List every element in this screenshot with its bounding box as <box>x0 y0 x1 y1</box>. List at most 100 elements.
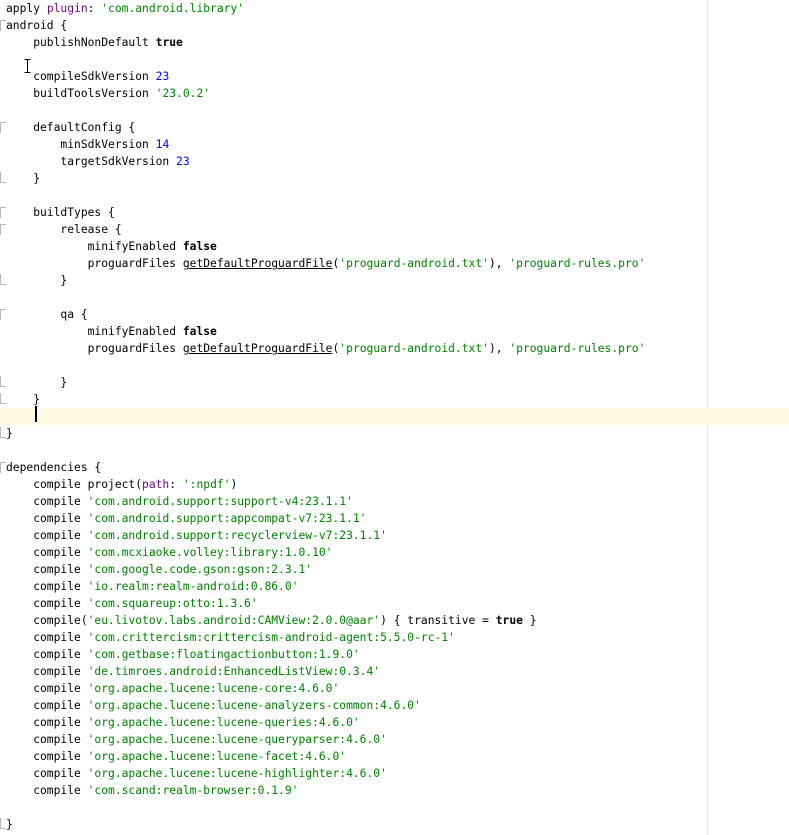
code-token: : <box>87 2 102 15</box>
code-line-text: } <box>6 170 40 187</box>
code-token: compile <box>6 546 88 559</box>
code-editor[interactable]: apply plugin: 'com.android.library' andro… <box>0 0 789 835</box>
code-line[interactable] <box>0 799 789 816</box>
code-token: false <box>182 240 217 253</box>
code-line[interactable]: buildTypes { <box>0 204 789 221</box>
code-line[interactable]: compile 'org.apache.lucene:lucene-analyz… <box>0 697 789 714</box>
code-token: ':npdf' <box>182 478 231 491</box>
code-line-text: compile 'org.apache.lucene:lucene-core:4… <box>6 680 339 697</box>
code-token: ) { transitive = <box>380 614 496 627</box>
code-line[interactable]: compile 'org.apache.lucene:lucene-core:4… <box>0 680 789 697</box>
code-line[interactable]: } <box>0 374 789 391</box>
code-token: plugin <box>46 2 88 15</box>
code-token: ), <box>488 257 510 270</box>
code-line[interactable]: } <box>0 272 789 289</box>
code-line[interactable]: compile 'com.crittercism:crittercism-and… <box>0 629 789 646</box>
code-line[interactable]: compile 'org.apache.lucene:lucene-highli… <box>0 765 789 782</box>
code-line[interactable] <box>0 442 789 459</box>
code-token: 'eu.livotov.labs.android:CAMView:2.0.0@a… <box>87 614 381 627</box>
code-line[interactable] <box>0 187 789 204</box>
code-line-text: compile 'com.android.support:support-v4:… <box>6 493 353 510</box>
code-line-text: dependencies { <box>6 459 101 476</box>
code-line[interactable]: compile 'com.mcxiaoke.volley:library:1.0… <box>0 544 789 561</box>
code-line[interactable]: proguardFiles getDefaultProguardFile('pr… <box>0 255 789 272</box>
code-line[interactable]: compile 'com.android.support:support-v4:… <box>0 493 789 510</box>
code-line[interactable]: compile project(path: ':npdf') <box>0 476 789 493</box>
code-token: 'org.apache.lucene:lucene-analyzers-comm… <box>87 699 421 712</box>
code-line[interactable]: compile 'com.getbase:floatingactionbutto… <box>0 646 789 663</box>
code-line[interactable]: compile 'org.apache.lucene:lucene-querie… <box>0 714 789 731</box>
code-line-text: apply plugin: 'com.android.library' <box>6 0 244 17</box>
code-line[interactable] <box>0 51 789 68</box>
code-line[interactable]: compile('eu.livotov.labs.android:CAMView… <box>0 612 789 629</box>
code-line-text: proguardFiles getDefaultProguardFile('pr… <box>6 255 646 272</box>
code-token: 'org.apache.lucene:lucene-highlighter:4.… <box>87 767 387 780</box>
code-line-text: compile 'com.mcxiaoke.volley:library:1.0… <box>6 544 332 561</box>
code-token: } <box>6 376 68 389</box>
code-line[interactable]: proguardFiles getDefaultProguardFile('pr… <box>0 340 789 357</box>
code-token: ) <box>230 478 238 491</box>
code-line[interactable]: } <box>0 170 789 187</box>
code-line[interactable] <box>0 357 789 374</box>
code-token: 'proguard-android.txt' <box>339 342 489 355</box>
code-line[interactable]: defaultConfig { <box>0 119 789 136</box>
code-line[interactable]: compile 'com.squareup:otto:1.3.6' <box>0 595 789 612</box>
code-line[interactable]: minifyEnabled false <box>0 238 789 255</box>
code-token: getDefaultProguardFile <box>182 342 333 355</box>
code-token: 'proguard-android.txt' <box>339 257 489 270</box>
code-token: 23 <box>176 155 190 168</box>
code-line[interactable]: buildToolsVersion '23.0.2' <box>0 85 789 102</box>
code-line[interactable]: compile 'com.android.support:appcompat-v… <box>0 510 789 527</box>
code-token: compile <box>6 512 88 525</box>
code-token: 'com.getbase:floatingactionbutton:1.9.0' <box>87 648 360 661</box>
code-line[interactable]: compile 'de.timroes.android:EnhancedList… <box>0 663 789 680</box>
code-line[interactable]: compileSdkVersion 23 <box>0 68 789 85</box>
code-line[interactable]: } <box>0 391 789 408</box>
current-code-line[interactable] <box>0 408 789 425</box>
code-token: 'com.scand:realm-browser:0.1.9' <box>87 784 299 797</box>
code-line[interactable]: } <box>0 816 789 833</box>
code-line-text: android { <box>6 17 67 34</box>
code-line[interactable]: compile 'com.google.code.gson:gson:2.3.1… <box>0 561 789 578</box>
code-token: defaultConfig { <box>6 121 136 134</box>
code-line-text: buildToolsVersion '23.0.2' <box>6 85 210 102</box>
code-line-text: compile 'com.google.code.gson:gson:2.3.1… <box>6 561 312 578</box>
code-line[interactable]: android { <box>0 17 789 34</box>
code-line-text: minifyEnabled false <box>6 238 217 255</box>
code-line[interactable]: } <box>0 425 789 442</box>
code-line[interactable]: release { <box>0 221 789 238</box>
code-token: getDefaultProguardFile <box>182 257 333 270</box>
code-line[interactable] <box>0 289 789 306</box>
code-line[interactable]: compile 'com.android.support:recyclervie… <box>0 527 789 544</box>
code-token: 23 <box>155 70 170 83</box>
code-line-text: defaultConfig { <box>6 119 135 136</box>
code-token: 'com.google.code.gson:gson:2.3.1' <box>87 563 313 576</box>
code-token: 'com.android.support:recyclerview-v7:23.… <box>87 529 387 542</box>
code-token: 'org.apache.lucene:lucene-queries:4.6.0' <box>87 716 360 729</box>
code-line[interactable]: compile 'io.realm:realm-android:0.86.0' <box>0 578 789 595</box>
code-line[interactable]: targetSdkVersion 23 <box>0 153 789 170</box>
code-token: compile <box>6 682 88 695</box>
code-token: 'com.squareup:otto:1.3.6' <box>87 597 258 610</box>
code-token: compile <box>6 529 88 542</box>
code-line[interactable]: apply plugin: 'com.android.library' <box>0 0 789 17</box>
code-line[interactable]: compile 'com.scand:realm-browser:0.1.9' <box>0 782 789 799</box>
code-line[interactable]: minifyEnabled false <box>0 323 789 340</box>
code-line[interactable]: dependencies { <box>0 459 789 476</box>
code-line[interactable]: minSdkVersion 14 <box>0 136 789 153</box>
code-token: targetSdkVersion <box>6 155 177 168</box>
code-token: } <box>6 172 41 185</box>
code-line[interactable]: publishNonDefault true <box>0 34 789 51</box>
code-token: compile <box>6 580 88 593</box>
code-token: buildToolsVersion <box>6 87 156 100</box>
code-token: buildTypes { <box>6 206 115 219</box>
code-token: minifyEnabled <box>6 325 183 338</box>
code-line[interactable]: compile 'org.apache.lucene:lucene-facet:… <box>0 748 789 765</box>
code-line[interactable]: compile 'org.apache.lucene:lucene-queryp… <box>0 731 789 748</box>
code-line[interactable]: qa { <box>0 306 789 323</box>
code-line[interactable] <box>0 102 789 119</box>
code-token: 'com.android.support:appcompat-v7:23.1.1… <box>87 512 367 525</box>
code-token: compile <box>6 563 88 576</box>
code-token: 'io.realm:realm-android:0.86.0' <box>87 580 299 593</box>
code-token: 'de.timroes.android:EnhancedListView:0.3… <box>87 665 381 678</box>
